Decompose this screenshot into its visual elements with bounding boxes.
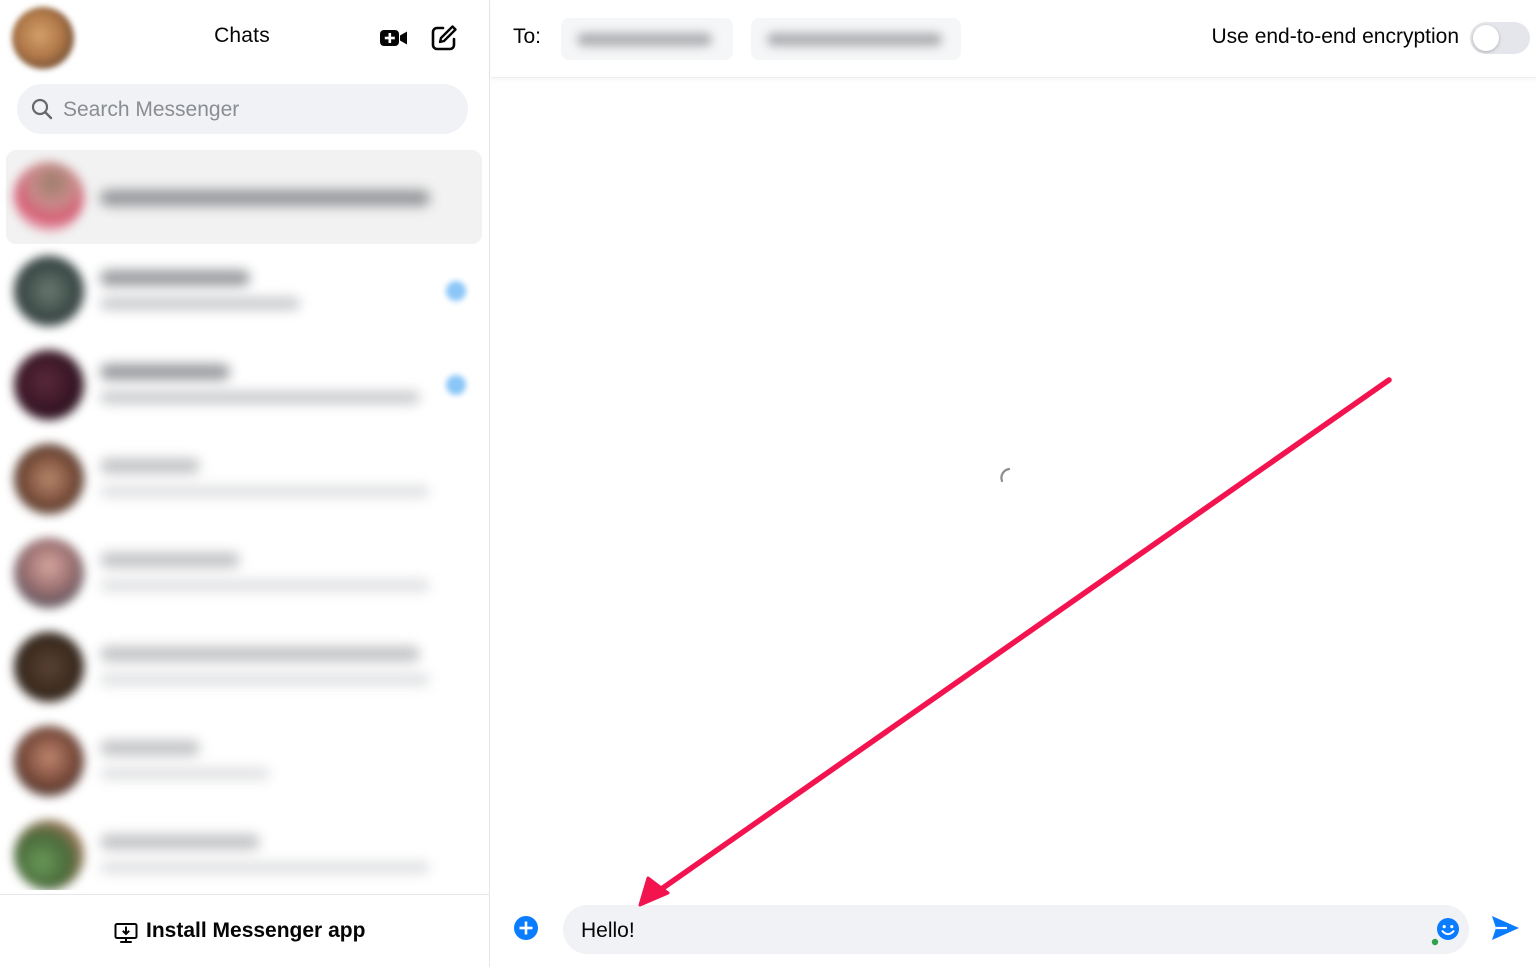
conversation-pane: To: Use end-to-end encryption	[491, 0, 1536, 967]
chat-preview-redacted	[100, 767, 270, 780]
chat-preview-redacted	[100, 673, 430, 686]
chat-list-item[interactable]	[6, 338, 482, 432]
chat-name-redacted	[100, 646, 420, 662]
chat-preview-redacted	[100, 485, 430, 498]
compose-icon	[431, 25, 457, 51]
monitor-download-icon	[114, 923, 138, 943]
chat-avatar	[14, 726, 84, 796]
message-composer	[491, 898, 1536, 967]
recipient-name-redacted	[577, 33, 712, 46]
chat-avatar	[14, 256, 84, 326]
recipient-chip[interactable]	[561, 18, 733, 60]
sidebar-header: Chats	[0, 0, 490, 76]
chat-name-redacted	[100, 270, 250, 286]
chat-avatar	[14, 444, 84, 514]
emoji-icon[interactable]	[1431, 916, 1461, 946]
unread-dot	[446, 281, 466, 301]
chat-preview-redacted	[100, 861, 430, 874]
chat-list[interactable]	[0, 148, 490, 890]
chat-name-redacted	[100, 552, 240, 568]
unread-dot	[446, 375, 466, 395]
recipient-bar: To: Use end-to-end encryption	[491, 0, 1536, 78]
chat-preview-redacted	[100, 190, 430, 206]
to-label: To:	[513, 25, 542, 48]
chat-list-item[interactable]	[6, 432, 482, 526]
chat-avatar	[14, 820, 84, 890]
search-input[interactable]	[61, 84, 465, 136]
message-input[interactable]	[579, 905, 1413, 956]
sidebar-footer: Install Messenger app	[0, 894, 490, 967]
search-icon	[31, 98, 53, 120]
send-icon[interactable]	[1489, 912, 1521, 944]
chat-avatar	[14, 538, 84, 608]
loading-spinner-icon	[1000, 467, 1011, 483]
new-message-button[interactable]	[428, 22, 460, 54]
chat-list-item[interactable]	[6, 244, 482, 338]
chat-name-redacted	[100, 364, 230, 380]
add-attachment-button[interactable]	[513, 915, 539, 941]
chat-avatar	[14, 350, 84, 420]
chat-list-item[interactable]	[6, 620, 482, 714]
chat-sidebar: Chats Search Messenger Install Messenger…	[0, 0, 490, 967]
encryption-toggle[interactable]	[1470, 22, 1530, 54]
chat-list-item[interactable]	[6, 808, 482, 890]
sidebar-title: Chats	[214, 24, 270, 47]
message-thread	[491, 78, 1536, 898]
chat-preview-redacted	[100, 579, 430, 592]
recipient-chip[interactable]	[751, 18, 961, 60]
install-app-label: Install Messenger app	[146, 919, 366, 942]
video-call-icon	[380, 30, 407, 46]
chat-preview-redacted	[100, 297, 300, 310]
chat-name-redacted	[100, 458, 200, 474]
chat-avatar	[14, 162, 84, 232]
chat-preview-redacted	[100, 391, 420, 404]
recipient-name-redacted	[767, 33, 942, 46]
toggle-knob	[1473, 25, 1499, 51]
chat-name-redacted	[100, 740, 200, 756]
chat-list-item[interactable]	[6, 150, 482, 244]
chat-list-item[interactable]	[6, 714, 482, 808]
message-input-box[interactable]	[563, 905, 1469, 956]
encryption-label: Use end-to-end encryption	[1211, 25, 1459, 48]
chat-name-redacted	[100, 834, 260, 850]
chat-avatar	[14, 632, 84, 702]
chat-list-item[interactable]	[6, 526, 482, 620]
search-bar[interactable]	[17, 84, 468, 136]
new-video-call-button[interactable]	[377, 22, 409, 54]
